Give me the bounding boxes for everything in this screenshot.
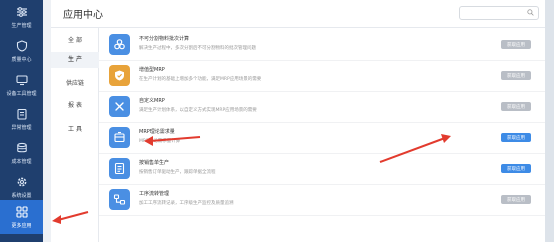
app-name: 自定义MRP — [139, 98, 165, 104]
get-app-button[interactable]: 获取应用 — [501, 164, 531, 173]
category-all[interactable]: 全 部 — [51, 34, 99, 48]
sliders-icon — [15, 5, 29, 19]
nav-item-more-apps[interactable]: 更多应用 — [0, 200, 43, 234]
nav-item-cost[interactable]: 成本管理 — [0, 136, 43, 170]
nav-item-equipment[interactable]: 设备工具管理 — [0, 68, 43, 102]
app-description: 加工工序流转记录，工序级生产监控及质量追溯 — [139, 201, 234, 206]
left-nav: 生产管理 质量中心 设备工具管理 异常管理 成本管理 系统设置 更多应用 — [0, 0, 43, 242]
tools-icon — [109, 96, 130, 117]
app-row: 按销售单生产 按销售订单驱动生产，跟踪单据全流程 获取应用 — [99, 154, 545, 185]
nav-item-settings[interactable]: 系统设置 — [0, 170, 43, 204]
app-row: 不可分割物料批次计算 解决生产过程中，多次分割后不可分割物料的批次管理问题 获取… — [99, 30, 545, 61]
app-name: 增值型MRP — [139, 67, 165, 73]
search-icon[interactable] — [527, 8, 534, 18]
get-app-button[interactable]: 获取应用 — [501, 71, 531, 80]
page-title: 应用中心 — [63, 10, 103, 21]
category-production[interactable]: 生 产 — [51, 52, 99, 68]
app-name: 不可分割物料批次计算 — [139, 36, 190, 42]
get-app-button[interactable]: 获取应用 — [501, 195, 531, 204]
app-row: 工序流转管理 加工工序流转记录，工序级生产监控及质量追溯 获取应用 — [99, 185, 545, 216]
app-row: 增值型MRP 在生产计划的基础上增加多个功能，满足MRP应用场景的需要 获取应用 — [99, 61, 545, 92]
category-reports[interactable]: 报 表 — [51, 99, 99, 113]
grid-icon — [15, 205, 29, 219]
get-app-button[interactable]: 获取应用 — [501, 40, 531, 49]
link-icon — [109, 34, 130, 55]
document-icon — [109, 158, 130, 179]
app-name: 按销售单生产 — [139, 160, 170, 166]
nav-item-production[interactable]: 生产管理 — [0, 0, 43, 34]
app-description: 按销售订单驱动生产，跟踪单据全流程 — [139, 170, 216, 175]
category-supply-chain[interactable]: 供应链 — [51, 77, 99, 91]
category-list: 全 部 生 产 供应链 报 表 工 具 — [51, 28, 99, 242]
app-description: 解决生产过程中，多次分割后不可分割物料的批次管理问题 — [139, 46, 256, 51]
nav-label: 质量中心 — [11, 57, 32, 63]
shield-icon — [109, 65, 130, 86]
nav-label: 更多应用 — [11, 223, 32, 229]
nav-label: 异常管理 — [11, 125, 32, 131]
nav-label: 系统设置 — [11, 193, 32, 199]
nav-item-exceptions[interactable]: 异常管理 — [0, 102, 43, 136]
nav-label: 设备工具管理 — [6, 91, 37, 97]
nav-label: 生产管理 — [11, 23, 32, 29]
nav-label: 成本管理 — [11, 159, 32, 165]
app-name: MRP理论需求量 — [139, 129, 175, 135]
app-name: 工序流转管理 — [139, 191, 170, 197]
nav-item-quality[interactable]: 质量中心 — [0, 34, 43, 68]
get-app-button[interactable]: 获取应用 — [501, 133, 531, 142]
flow-icon — [109, 189, 130, 210]
database-icon — [15, 141, 29, 155]
monitor-icon — [15, 73, 29, 87]
search-input[interactable] — [459, 6, 539, 20]
get-app-button[interactable]: 获取应用 — [501, 102, 531, 111]
box-icon — [109, 127, 130, 148]
app-row: MRP理论需求量 MRP理论需求量计算 获取应用 — [99, 123, 545, 154]
app-description: 在生产计划的基础上增加多个功能，满足MRP应用场景的需要 — [139, 77, 262, 82]
app-row: 自定义MRP 满足生产计划体系，以自定义方式实现MRP应用场景的需要 获取应用 — [99, 92, 545, 123]
category-tools[interactable]: 工 具 — [51, 123, 99, 137]
right-scroll-strip — [545, 0, 554, 242]
app-center-panel: 应用中心 全 部 生 产 供应链 报 表 工 具 不可分割物料批次计算 解决生产… — [51, 0, 545, 242]
app-list: 不可分割物料批次计算 解决生产过程中，多次分割后不可分割物料的批次管理问题 获取… — [99, 28, 545, 242]
clipboard-icon — [15, 107, 29, 121]
gear-icon — [15, 175, 29, 189]
app-description: 满足生产计划体系，以自定义方式实现MRP应用场景的需要 — [139, 108, 257, 113]
app-description: MRP理论需求量计算 — [139, 139, 181, 144]
shield-icon — [15, 39, 29, 53]
